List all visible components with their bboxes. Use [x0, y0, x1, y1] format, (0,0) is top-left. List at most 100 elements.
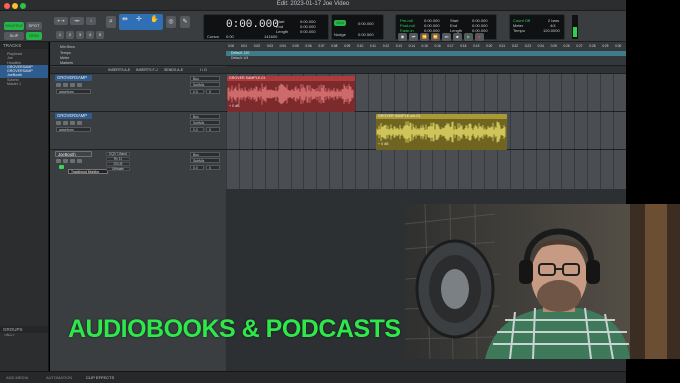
- input-selector[interactable]: Bus: [190, 114, 220, 119]
- stop-icon[interactable]: ■: [453, 33, 462, 41]
- automation-tab[interactable]: AUTOMATION: [46, 375, 72, 380]
- ruler-tick-label: 0:29: [602, 44, 609, 48]
- trim-tool-icon[interactable]: ⇹: [122, 16, 128, 24]
- mute-button[interactable]: [77, 121, 82, 125]
- insert-slot[interactable]: EQ3 7-Band: [106, 152, 130, 156]
- ruler-tick-label: 0:23: [524, 44, 531, 48]
- zoomer-tool-icon[interactable]: ⌕: [106, 16, 116, 28]
- main-counter-display[interactable]: 0:00.000 Cursor 0:00 141600 Start End Le…: [203, 14, 329, 40]
- pan-field[interactable]: 0: [206, 127, 220, 132]
- solo-button[interactable]: [70, 83, 75, 87]
- zoom-out-icon[interactable]: ⇤⇥: [54, 17, 68, 25]
- smart-tool-group[interactable]: ⇹ ✛ ✋: [119, 14, 163, 30]
- zoom-preset-1[interactable]: 1: [56, 31, 64, 39]
- mute-button[interactable]: [77, 83, 82, 87]
- grid-mode-button[interactable]: GRID: [26, 32, 42, 40]
- record-enable-button[interactable]: [56, 159, 61, 163]
- track-name[interactable]: GROVERSAMP: [55, 113, 92, 119]
- volume-field[interactable]: 0.0: [190, 89, 204, 94]
- track-lane[interactable]: [226, 149, 626, 189]
- waveform: [376, 121, 506, 143]
- track-header[interactable]: GROVERSAMP waveform Bus SubMix 0.0 0: [50, 111, 226, 149]
- cursor-label: Cursor: [207, 34, 220, 39]
- zoom-preset-5[interactable]: 5: [96, 31, 104, 39]
- insert-slot[interactable]: Rx 11: [106, 157, 130, 161]
- ruler-min-secs-label[interactable]: Min:Secs: [60, 45, 75, 49]
- output-selector[interactable]: SubMix: [190, 120, 220, 125]
- gte-icon[interactable]: ⏭: [442, 33, 451, 41]
- grid-label[interactable]: Grid: [334, 20, 346, 26]
- volume-field[interactable]: 0.0: [190, 165, 204, 170]
- zoom-preset-2[interactable]: 2: [66, 31, 74, 39]
- track-name[interactable]: GROVERSAMP: [55, 75, 92, 81]
- pan-field[interactable]: 0: [206, 165, 220, 170]
- track-view-selector[interactable]: waveform: [56, 89, 91, 94]
- zoom-in-icon[interactable]: ⇥⇤: [70, 17, 84, 25]
- pencil-tool-icon[interactable]: ✎: [180, 16, 190, 28]
- spot-mode-button[interactable]: SPOT: [26, 22, 42, 30]
- play-icon[interactable]: ▶: [464, 33, 473, 41]
- track-list-item[interactable]: Master 1: [0, 82, 48, 86]
- track-header[interactable]: GROVERSAMP waveform Bus SubMix 0.0 0: [50, 73, 226, 111]
- mute-button[interactable]: [77, 159, 82, 163]
- ruler-tick-label: 0:20: [486, 44, 493, 48]
- clip-gain: + 0 dB: [229, 104, 240, 108]
- clip-effects-tab[interactable]: CLIP EFFECTS: [86, 375, 114, 380]
- groups-panel-header[interactable]: GROUPS: [0, 326, 48, 333]
- ruler-tick-label: 0:18: [460, 44, 467, 48]
- ruler-meter-label[interactable]: Meter: [60, 56, 69, 60]
- tempo-meter-display[interactable]: Count Off Meter Tempo 2 bars 4/4 120.000…: [509, 14, 565, 40]
- slip-mode-button[interactable]: SLIP: [4, 32, 24, 40]
- window-title-bar: Edit: 2023-01-17 Joe Video: [0, 0, 626, 11]
- grabber-tool-icon[interactable]: ✋: [150, 16, 159, 24]
- fast-forward-icon[interactable]: ⏩: [431, 33, 440, 41]
- input-selector[interactable]: Bus: [190, 152, 220, 157]
- tempo-ruler-lane[interactable]: [226, 51, 626, 56]
- solo-button[interactable]: [70, 121, 75, 125]
- shuffle-mode-button[interactable]: SHUFFLE: [4, 22, 24, 30]
- track-name[interactable]: JoeBooth: [55, 151, 92, 157]
- online-icon[interactable]: ◉: [398, 33, 407, 41]
- pan-field[interactable]: 0: [206, 89, 220, 94]
- rewind-icon[interactable]: ⏪: [420, 33, 429, 41]
- length-value[interactable]: 0:00.000: [300, 29, 316, 34]
- input-monitor-button[interactable]: [63, 121, 68, 125]
- solo-button[interactable]: [70, 159, 75, 163]
- record-enable-button[interactable]: [56, 121, 61, 125]
- audio-clip[interactable]: GROVER SAMPLE-sm-01 + 0 dB: [376, 114, 507, 150]
- selector-tool-icon[interactable]: ✛: [136, 16, 142, 24]
- add-media-tab[interactable]: ADD MEDIA: [6, 375, 28, 380]
- insert-slot[interactable]: Ultimate: [106, 167, 130, 171]
- nudge-value[interactable]: 0:00.500: [358, 32, 374, 37]
- input-selector[interactable]: Bus: [190, 76, 220, 81]
- zoom-preset-4[interactable]: 4: [86, 31, 94, 39]
- cursor-value: 0:00: [226, 34, 234, 39]
- group-all-item[interactable]: <ALL>: [0, 333, 48, 337]
- main-counter: 0:00.000: [226, 19, 279, 31]
- tempo-value[interactable]: 120.0000: [543, 28, 560, 33]
- input-monitor-active-icon[interactable]: [59, 165, 64, 169]
- timeline-rulers[interactable]: 0:00 0:01 0:02 0:03 0:04 0:05 0:06 0:07 0:08 0:09…: [226, 42, 626, 66]
- insert-slot[interactable]: D3 LB: [106, 162, 130, 166]
- ruler-markers-label[interactable]: Markers: [60, 61, 73, 65]
- bottom-bar: ADD MEDIA AUTOMATION CLIP EFFECTS: [0, 371, 626, 383]
- record-enable-button[interactable]: [56, 83, 61, 87]
- input-monitor-button[interactable]: [63, 83, 68, 87]
- track-view-selector[interactable]: waveform: [56, 127, 91, 132]
- ruler-tempo-label[interactable]: Tempo: [60, 51, 71, 55]
- grid-nudge-display[interactable]: Grid 0:00.000 Nudge 0:00.500: [331, 14, 384, 40]
- input-monitor-button[interactable]: [63, 159, 68, 163]
- output-selector[interactable]: SubMix: [190, 158, 220, 163]
- audio-clip[interactable]: GROVER SAMPLE-01 + 0 dB: [227, 76, 355, 112]
- output-selector[interactable]: SubMix: [190, 82, 220, 87]
- scrubber-tool-icon[interactable]: ◎: [166, 16, 176, 28]
- grid-line: [535, 73, 537, 189]
- vertical-zoom-icon[interactable]: ↕: [86, 17, 96, 25]
- grid-value[interactable]: 0:00.000: [358, 21, 374, 26]
- tracks-panel-header[interactable]: TRACKS: [0, 42, 48, 49]
- zoom-preset-3[interactable]: 3: [76, 31, 84, 39]
- record-icon[interactable]: ●: [475, 33, 484, 41]
- volume-field[interactable]: 0.0: [190, 127, 204, 132]
- track-header[interactable]: JoeBooth TrackInput Monitor EQ3 7-Band R…: [50, 149, 226, 189]
- rtz-icon[interactable]: ⏮: [409, 33, 418, 41]
